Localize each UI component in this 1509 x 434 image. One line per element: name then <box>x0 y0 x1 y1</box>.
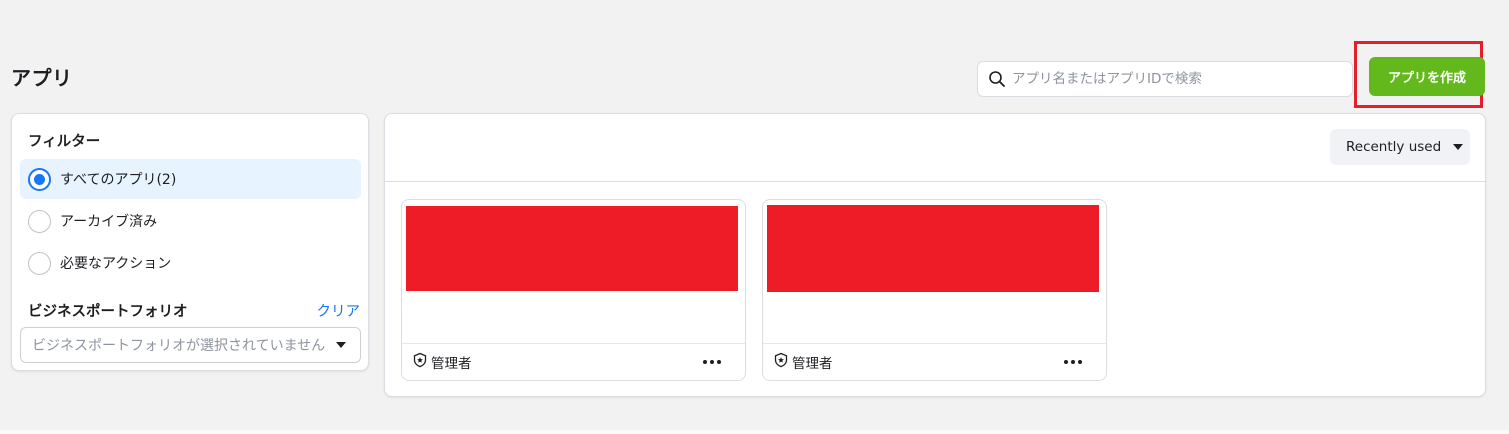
card-divider <box>763 343 1106 344</box>
app-role-label: 管理者 <box>792 356 833 372</box>
apps-panel: Recently used 管理者 管理者 <box>384 113 1486 397</box>
page-bottom-strip <box>0 430 1509 434</box>
filter-panel: フィルター すべてのアプリ(2) アーカイブ済み 必要なアクション ビジネスポー… <box>11 113 369 371</box>
filter-option-label: すべてのアプリ(2) <box>60 172 177 188</box>
sort-dropdown-button[interactable]: Recently used <box>1330 129 1470 165</box>
shield-star-icon <box>773 352 789 372</box>
search-box[interactable] <box>977 61 1353 97</box>
filter-option-label: アーカイブ済み <box>60 214 158 230</box>
business-portfolio-clear-link[interactable]: クリア <box>317 300 361 321</box>
app-role: 管理者 <box>773 352 833 372</box>
app-thumbnail <box>406 206 738 291</box>
shield-star-icon <box>412 352 428 372</box>
radio-button[interactable] <box>28 209 51 233</box>
search-input[interactable] <box>1012 71 1342 87</box>
filter-option-archived[interactable]: アーカイブ済み <box>20 201 361 241</box>
app-card[interactable]: 管理者 <box>401 199 746 381</box>
business-portfolio-select[interactable]: ビジネスポートフォリオが選択されていません <box>20 327 361 363</box>
page-title: アプリ <box>11 66 73 90</box>
caret-down-icon <box>1453 144 1464 150</box>
app-role-label: 管理者 <box>431 356 472 372</box>
sort-label: Recently used <box>1346 139 1442 155</box>
filter-option-all-apps[interactable]: すべてのアプリ(2) <box>20 159 361 199</box>
business-portfolio-select-value: ビジネスポートフォリオが選択されていません <box>32 338 326 354</box>
create-app-button[interactable]: アプリを作成 <box>1369 57 1485 96</box>
card-divider <box>402 343 745 344</box>
radio-button[interactable] <box>28 251 51 275</box>
search-icon <box>988 70 1006 88</box>
filter-heading: フィルター <box>28 134 101 150</box>
app-card[interactable]: 管理者 <box>762 199 1107 381</box>
radio-button-checked[interactable] <box>28 167 51 191</box>
more-horizontal-icon[interactable] <box>699 356 725 368</box>
more-horizontal-icon[interactable] <box>1060 356 1086 368</box>
app-thumbnail <box>767 205 1099 292</box>
caret-down-icon <box>336 342 346 348</box>
filter-option-action-required[interactable]: 必要なアクション <box>20 243 361 283</box>
business-portfolio-heading: ビジネスポートフォリオ <box>28 304 188 320</box>
app-role: 管理者 <box>412 352 472 372</box>
filter-option-label: 必要なアクション <box>60 256 172 272</box>
panel-divider <box>385 181 1485 182</box>
